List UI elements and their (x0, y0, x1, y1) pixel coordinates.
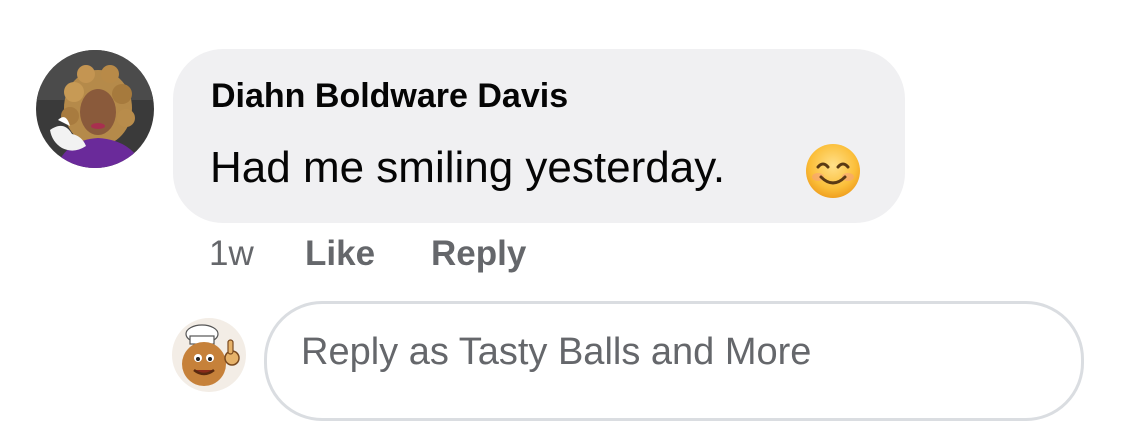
comment-text: Had me smiling yesterday. (210, 143, 726, 192)
reply-input[interactable] (301, 326, 1041, 378)
current-user-avatar (172, 318, 246, 392)
comment-bubble: Diahn Boldware Davis Had me smiling yest… (173, 49, 905, 223)
reply-input-container[interactable] (264, 301, 1084, 421)
reply-button[interactable]: Reply (431, 234, 526, 274)
comment-timestamp[interactable]: 1w (209, 234, 254, 274)
like-button[interactable]: Like (305, 234, 375, 274)
comment-author-name[interactable]: Diahn Boldware Davis (211, 77, 568, 116)
chef-ball-logo-icon (172, 318, 246, 392)
commenter-avatar[interactable] (36, 50, 154, 168)
avatar-photo (36, 50, 154, 168)
smiling-face-emoji-icon (805, 143, 861, 204)
